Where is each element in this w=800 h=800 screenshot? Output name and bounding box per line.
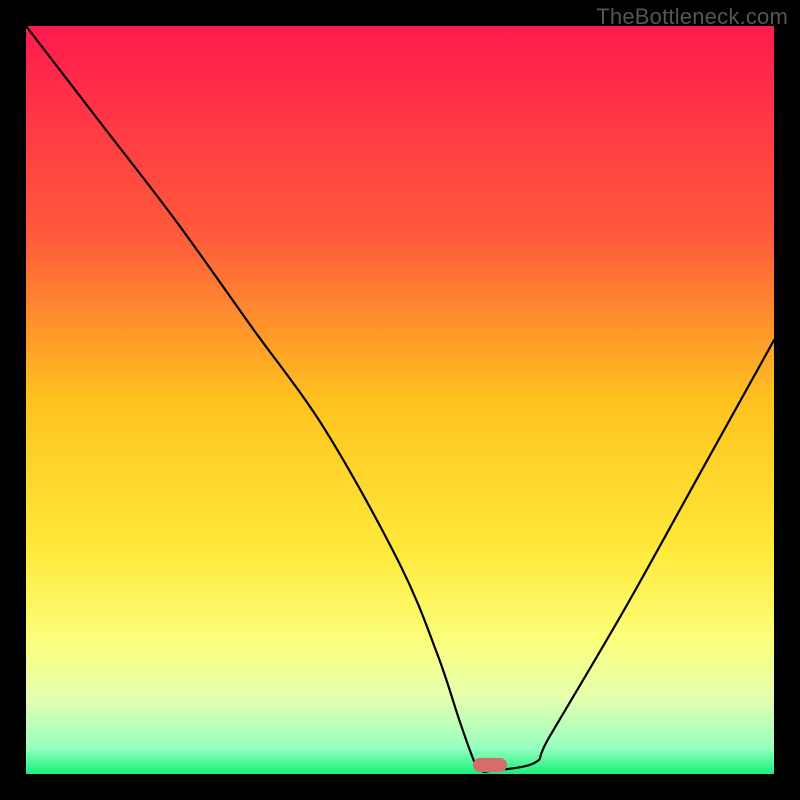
watermark-text: TheBottleneck.com [596,4,788,30]
gradient-background [26,26,774,774]
optimal-point-marker [473,758,507,772]
bottleneck-chart [26,26,774,774]
chart-svg [26,26,774,774]
